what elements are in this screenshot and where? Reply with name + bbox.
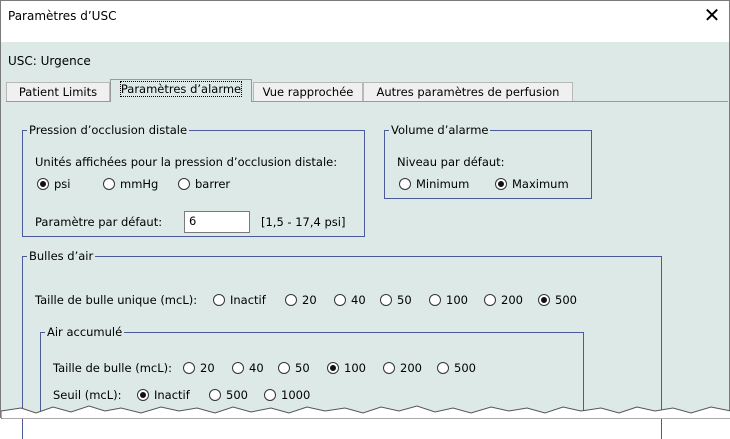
radio-single-inactif[interactable]: Inactif: [213, 293, 266, 307]
radio-selected-icon: [327, 362, 339, 374]
radio-acc-size-500[interactable]: 500: [437, 361, 476, 375]
radio-single-20[interactable]: 20: [285, 293, 317, 307]
alarm-volume-group: Volume d’alarme Niveau par défaut: Minim…: [384, 123, 592, 199]
tab-parametres-alarme[interactable]: Paramètres d’alarme: [110, 79, 252, 102]
radio-unit-psi[interactable]: psi: [37, 177, 71, 191]
pressure-range-label: [1,5 - 17,4 psi]: [261, 215, 346, 229]
window-title: Paramètres d’USC: [8, 9, 117, 23]
bubble-size-label: Taille de bulle (mcL):: [53, 361, 173, 375]
dialog-client-area: USC: Urgence Patient Limits Paramètres d…: [1, 42, 729, 439]
radio-selected-icon: [538, 294, 550, 306]
default-value-label: Paramètre par défaut:: [35, 215, 163, 229]
radio-acc-size-20[interactable]: 20: [183, 361, 215, 375]
occlusion-pressure-group: Pression d’occlusion distale Unités affi…: [22, 123, 365, 237]
radio-single-500[interactable]: 500: [538, 293, 577, 307]
radio-unit-barrer[interactable]: barrer: [178, 177, 230, 191]
radio-single-100[interactable]: 100: [429, 293, 468, 307]
radio-unit-mmhg[interactable]: mmHg: [103, 177, 158, 191]
radio-empty-icon: [285, 294, 297, 306]
radio-empty-icon: [213, 294, 225, 306]
radio-single-200[interactable]: 200: [484, 293, 523, 307]
title-bar: Paramètres d’USC ✕: [1, 1, 729, 31]
radio-empty-icon: [232, 362, 244, 374]
usc-label: USC: Urgence: [8, 54, 91, 68]
tab-vue-rapprochee[interactable]: Vue rapprochée: [253, 82, 363, 101]
single-bubble-label: Taille de bulle unique (mcL):: [35, 293, 198, 307]
default-pressure-input[interactable]: 6: [184, 211, 250, 233]
default-level-label: Niveau par défaut:: [397, 155, 505, 169]
dialog-window: Paramètres d’USC ✕ USC: Urgence Patient …: [0, 0, 730, 439]
torn-edge-decoration: [1, 405, 730, 419]
alarm-volume-legend: Volume d’alarme: [391, 123, 489, 137]
radio-selected-icon: [495, 178, 507, 190]
radio-acc-size-200[interactable]: 200: [383, 361, 422, 375]
radio-empty-icon: [380, 294, 392, 306]
radio-empty-icon: [399, 178, 411, 190]
radio-volume-minimum[interactable]: Minimum: [399, 177, 469, 191]
radio-single-40[interactable]: 40: [334, 293, 366, 307]
close-icon[interactable]: ✕: [701, 4, 723, 26]
radio-empty-icon: [334, 294, 346, 306]
radio-empty-icon: [437, 362, 449, 374]
radio-selected-icon: [37, 178, 49, 190]
radio-empty-icon: [383, 362, 395, 374]
air-bubbles-legend: Bulles d’air: [29, 249, 94, 263]
accumulated-air-legend: Air accumulé: [47, 325, 123, 339]
radio-empty-icon: [183, 362, 195, 374]
radio-empty-icon: [484, 294, 496, 306]
radio-acc-size-40[interactable]: 40: [232, 361, 264, 375]
radio-acc-size-50[interactable]: 50: [278, 361, 310, 375]
radio-empty-icon: [178, 178, 190, 190]
radio-empty-icon: [103, 178, 115, 190]
radio-acc-size-100[interactable]: 100: [327, 361, 366, 375]
occlusion-pressure-legend: Pression d’occlusion distale: [29, 123, 188, 137]
radio-volume-maximum[interactable]: Maximum: [495, 177, 569, 191]
radio-empty-icon: [429, 294, 441, 306]
tab-patient-limits[interactable]: Patient Limits: [6, 82, 110, 101]
radio-single-50[interactable]: 50: [380, 293, 412, 307]
radio-empty-icon: [278, 362, 290, 374]
units-label: Unités affichées pour la pression d’occl…: [35, 155, 338, 169]
tab-autres-parametres[interactable]: Autres paramètres de perfusion: [363, 82, 573, 101]
